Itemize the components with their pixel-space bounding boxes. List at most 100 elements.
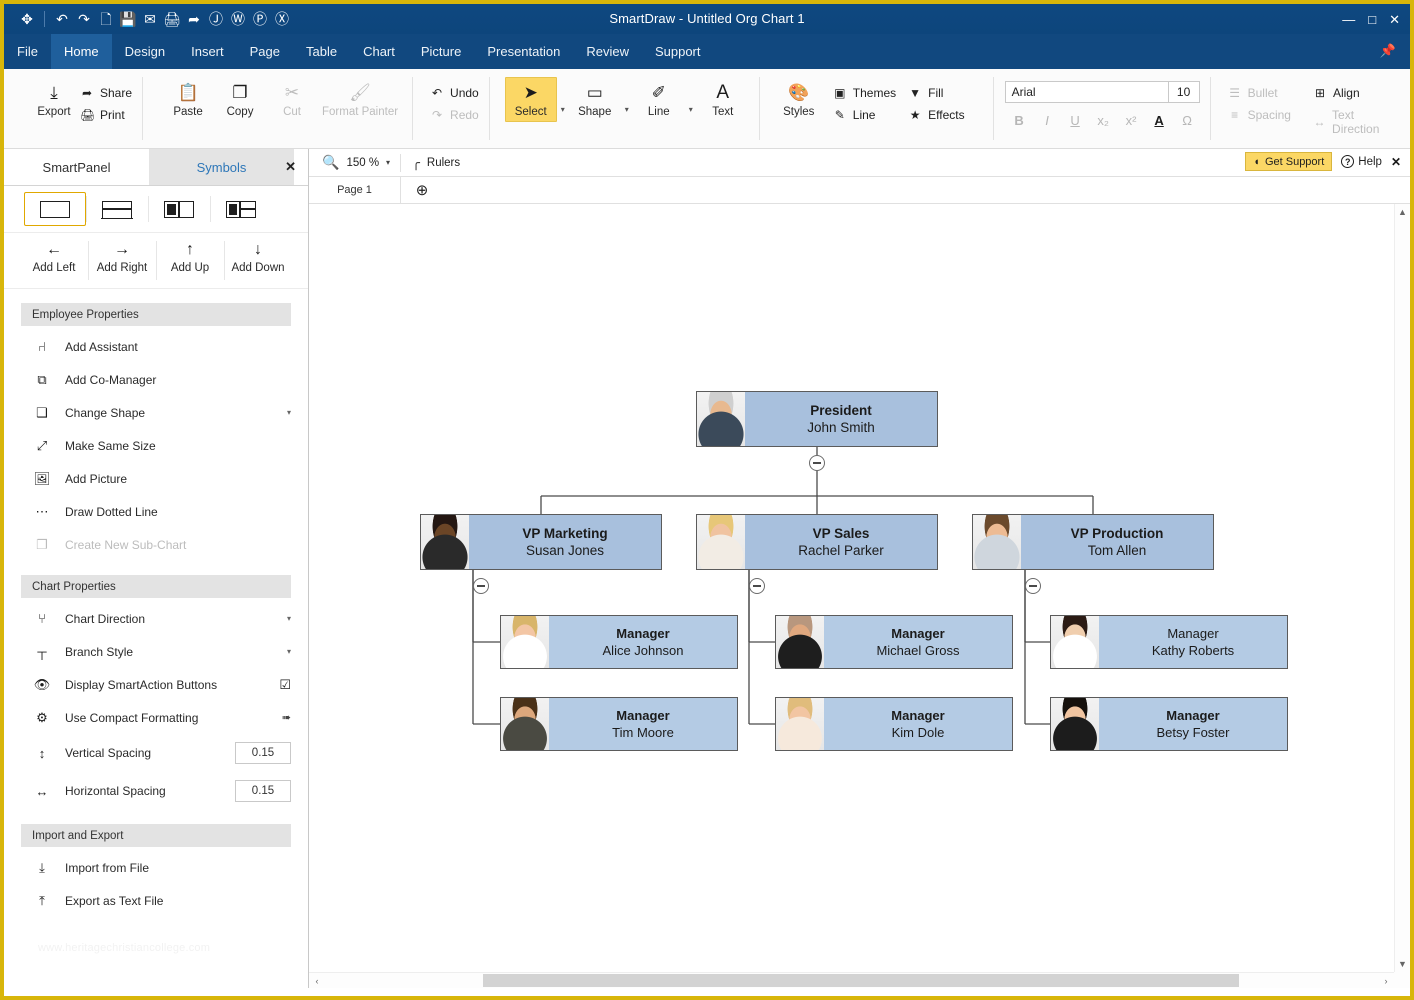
get-support-button[interactable]: ◖ Get Support <box>1245 152 1333 171</box>
copy-button[interactable]: ❐ Copy <box>214 77 266 119</box>
zoom-control[interactable]: 🔍 150 % ▾ <box>322 154 400 171</box>
share-button[interactable]: ➦ Share <box>80 86 132 100</box>
export-as-text-file-item[interactable]: ⤒ Export as Text File <box>4 884 308 917</box>
create-new-sub-chart-item[interactable]: ❐ Create New Sub-Chart <box>4 528 308 561</box>
collapse-button-vp-sales[interactable] <box>749 578 765 594</box>
close-button[interactable]: ✕ <box>1389 13 1400 26</box>
undo-button[interactable]: ↶ Undo <box>430 86 479 100</box>
chart-direction-item[interactable]: ⑂ Chart Direction ▾ <box>4 602 308 635</box>
add-right-button[interactable]: → Add Right <box>88 239 156 288</box>
tab-support[interactable]: Support <box>642 34 714 69</box>
drawing-canvas[interactable]: President John Smith VP Marketing Susan Jon… <box>309 204 1394 972</box>
help-button[interactable]: ? Help <box>1341 155 1382 168</box>
org-node-mgr-betsy[interactable]: Manager Betsy Foster <box>1050 697 1288 751</box>
org-node-mgr-alice[interactable]: Manager Alice Johnson <box>500 615 738 669</box>
draw-dotted-line-item[interactable]: ⋯ Draw Dotted Line <box>4 495 308 528</box>
text-direction-button[interactable]: ↔ Text Direction <box>1313 108 1400 136</box>
chart-direction-caret-icon[interactable]: ▾ <box>287 614 291 623</box>
select-tool-button[interactable]: ➤ Select <box>504 77 557 122</box>
effects-button[interactable]: ★ Effects <box>908 108 965 122</box>
close-help-icon[interactable]: ✕ <box>1391 155 1401 169</box>
format-painter-button[interactable]: 🖌 Format Painter <box>318 77 402 119</box>
tab-picture[interactable]: Picture <box>408 34 474 69</box>
styles-button[interactable]: 🎨 Styles <box>773 77 825 119</box>
tab-smartpanel[interactable]: SmartPanel <box>4 149 149 185</box>
vertical-spacing-item[interactable]: ↕ Vertical Spacing 0.15 <box>4 734 308 772</box>
text-tool-button[interactable]: A Text <box>697 77 749 118</box>
horizontal-scrollbar[interactable]: ‹ › <box>309 972 1394 988</box>
add-up-button[interactable]: ↑ Add Up <box>156 239 224 288</box>
vertical-scroll-track[interactable] <box>1395 220 1411 956</box>
display-smartaction-checkbox[interactable]: ☑ <box>279 677 291 693</box>
change-shape-caret-icon[interactable]: ▾ <box>287 408 291 417</box>
org-node-vp-sales[interactable]: VP Sales Rachel Parker <box>696 514 938 570</box>
tab-presentation[interactable]: Presentation <box>474 34 573 69</box>
fill-button[interactable]: ▼ Fill <box>908 86 964 100</box>
bullet-button[interactable]: ☰ Bullet <box>1228 86 1291 100</box>
branch-style-caret-icon[interactable]: ▾ <box>287 647 291 656</box>
select-dropdown-caret-icon[interactable]: ▾ <box>557 77 569 141</box>
tab-symbols[interactable]: Symbols <box>149 149 294 185</box>
org-node-vp-marketing[interactable]: VP Marketing Susan Jones <box>420 514 662 570</box>
export-button[interactable]: ⤓ Export <box>28 77 80 119</box>
horizontal-spacing-input[interactable]: 0.15 <box>235 780 291 802</box>
collapse-button-president[interactable] <box>809 455 825 471</box>
import-from-file-item[interactable]: ⤓ Import from File <box>4 851 308 884</box>
scroll-right-icon[interactable]: › <box>1378 976 1394 986</box>
tab-review[interactable]: Review <box>573 34 642 69</box>
shape-dropdown-caret-icon[interactable]: ▾ <box>621 77 633 141</box>
shape-tool-button[interactable]: ▭ Shape <box>569 77 621 119</box>
spacing-button[interactable]: ≡ Spacing <box>1228 108 1291 122</box>
line-style-button[interactable]: ✎ Line <box>833 108 896 122</box>
cut-button[interactable]: ✂ Cut <box>266 77 318 119</box>
use-compact-formatting-item[interactable]: ⚙ Use Compact Formatting ➠ <box>4 701 308 734</box>
branch-style-item[interactable]: ┬ Branch Style ▾ <box>4 635 308 668</box>
make-same-size-item[interactable]: ⤢ Make Same Size <box>4 429 308 462</box>
vertical-spacing-input[interactable]: 0.15 <box>235 742 291 764</box>
symbol-button[interactable]: Ω <box>1175 110 1200 130</box>
vertical-scrollbar[interactable]: ▲ ▼ <box>1394 204 1410 972</box>
font-name-input[interactable]: Arial <box>1004 81 1169 103</box>
font-size-input[interactable]: 10 <box>1168 81 1200 103</box>
scroll-up-icon[interactable]: ▲ <box>1395 204 1411 220</box>
add-assistant-item[interactable]: ⑁ Add Assistant <box>4 330 308 363</box>
shape-style-photo-split-button[interactable] <box>210 192 272 226</box>
display-smartaction-buttons-item[interactable]: 👁 Display SmartAction Buttons ☑ <box>4 668 308 701</box>
tab-file[interactable]: File <box>4 34 51 69</box>
themes-button[interactable]: ▣ Themes <box>833 86 896 100</box>
italic-button[interactable]: I <box>1035 110 1060 130</box>
collapse-button-vp-marketing[interactable] <box>473 578 489 594</box>
print-button[interactable]: 🖨 Print <box>80 108 132 122</box>
tab-home[interactable]: Home <box>50 34 112 69</box>
shape-style-single-button[interactable] <box>24 192 86 226</box>
minimize-button[interactable]: — <box>1342 13 1355 26</box>
add-picture-item[interactable]: 🖼 Add Picture <box>4 462 308 495</box>
tab-table[interactable]: Table <box>293 34 350 69</box>
superscript-button[interactable]: x² <box>1119 110 1144 130</box>
org-node-president[interactable]: President John Smith <box>696 391 938 447</box>
paste-button[interactable]: 📋 Paste <box>162 77 214 119</box>
scroll-down-icon[interactable]: ▼ <box>1395 956 1411 972</box>
underline-button[interactable]: U <box>1063 110 1088 130</box>
shape-style-photo-left-button[interactable] <box>148 192 210 226</box>
change-shape-item[interactable]: ❑ Change Shape ▾ <box>4 396 308 429</box>
org-node-vp-production[interactable]: VP Production Tom Allen <box>972 514 1214 570</box>
subscript-button[interactable]: x₂ <box>1091 110 1116 130</box>
org-node-mgr-michael[interactable]: Manager Michael Gross <box>775 615 1013 669</box>
scroll-left-icon[interactable]: ‹ <box>309 976 325 986</box>
add-page-icon[interactable]: ⊕ <box>401 181 443 199</box>
tab-page[interactable]: Page <box>237 34 293 69</box>
font-color-button[interactable]: A <box>1147 110 1172 130</box>
bold-button[interactable]: B <box>1007 110 1032 130</box>
org-node-mgr-kim[interactable]: Manager Kim Dole <box>775 697 1013 751</box>
org-node-mgr-kathy[interactable]: Manager Kathy Roberts <box>1050 615 1288 669</box>
add-down-button[interactable]: ↓ Add Down <box>224 239 292 288</box>
zoom-caret-icon[interactable]: ▾ <box>386 158 390 167</box>
collapse-button-vp-production[interactable] <box>1025 578 1041 594</box>
tab-design[interactable]: Design <box>112 34 178 69</box>
redo-button[interactable]: ↷ Redo <box>430 108 479 122</box>
panel-close-icon[interactable]: ✕ <box>285 159 296 175</box>
add-co-manager-item[interactable]: ⧉ Add Co-Manager <box>4 363 308 396</box>
org-node-mgr-tim[interactable]: Manager Tim Moore <box>500 697 738 751</box>
shape-style-split-button[interactable] <box>86 192 148 226</box>
